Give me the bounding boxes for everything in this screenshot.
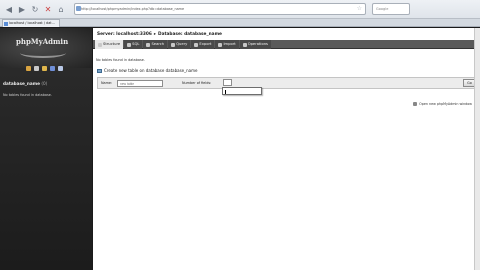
database-link[interactable]: Database: database_name — [158, 32, 222, 37]
site-favicon-icon — [76, 6, 81, 11]
database-name-text[interactable]: database_name — [3, 81, 40, 86]
browser-tab-title: localhost / localhost / dat... — [9, 21, 55, 25]
open-new-window-text[interactable]: Open new phpMyAdmin window — [419, 102, 472, 106]
url-text: http://localhost/phpmyadmin/index.php?db… — [81, 7, 185, 11]
export-icon — [194, 42, 199, 47]
forward-icon[interactable]: ▶ — [17, 4, 27, 14]
stop-icon[interactable]: ✕ — [43, 4, 53, 14]
create-table-legend-text: Create new table on database database_na… — [104, 68, 198, 73]
create-table-legend: Create new table on database database_na… — [97, 66, 217, 75]
vertical-scrollbar[interactable] — [474, 28, 480, 270]
search-input[interactable]: Google — [372, 3, 410, 15]
tab-search-label: Search — [151, 42, 165, 46]
structure-icon — [98, 42, 102, 47]
logo-area: phpMyAdmin — [0, 28, 92, 68]
address-bar[interactable]: http://localhost/phpmyadmin/index.php?db… — [74, 3, 366, 15]
tab-export[interactable]: Export — [191, 40, 215, 49]
browser-toolbar: ◀ ▶ ↻ ✕ ⌂ http://localhost/phpmyadmin/in… — [0, 0, 480, 19]
home-icon[interactable] — [26, 66, 31, 71]
tab-search[interactable]: Search — [143, 40, 168, 49]
import-icon — [218, 42, 223, 47]
database-name[interactable]: database_name (0) — [3, 81, 47, 86]
create-table-form: Create new table on database database_na… — [97, 66, 479, 98]
tab-query-label: Query — [176, 42, 188, 46]
create-table-row: Name: Number of fields: Go — [97, 77, 479, 95]
query-window-icon[interactable] — [42, 66, 47, 71]
server-link[interactable]: Server: localhost:3306 — [97, 32, 152, 37]
reload-icon[interactable]: ↻ — [30, 4, 40, 14]
tab-sql[interactable]: SQL — [124, 40, 143, 49]
fields-label: Number of fields: — [182, 81, 212, 85]
tab-export-label: Export — [199, 42, 212, 46]
tab-query[interactable]: Query — [168, 40, 191, 49]
home-icon[interactable]: ⌂ — [56, 4, 66, 14]
top-tabs: Structure SQL Search Query Export Import… — [93, 40, 480, 49]
quick-links — [26, 66, 63, 71]
tab-structure-label: Structure — [103, 42, 121, 46]
open-new-window-link[interactable]: Open new phpMyAdmin window — [413, 102, 472, 106]
autocomplete-dropdown[interactable] — [222, 87, 262, 95]
tab-strip: localhost / localhost / dat... — [0, 19, 480, 27]
sql-docs-icon[interactable] — [58, 66, 63, 71]
bookmark-star-icon[interactable]: ☆ — [357, 4, 362, 14]
tab-structure[interactable]: Structure — [95, 40, 124, 49]
name-label: Name: — [101, 81, 113, 85]
breadcrumb-arrow-icon: ▸ — [153, 31, 156, 37]
logo[interactable]: phpMyAdmin — [16, 37, 68, 46]
operations-icon — [242, 42, 247, 47]
new-table-icon — [97, 68, 102, 73]
query-icon — [171, 42, 176, 47]
tab-import[interactable]: Import — [215, 40, 239, 49]
breadcrumb: Server: localhost:3306 ▸ Database: datab… — [97, 30, 227, 38]
new-window-icon — [413, 102, 418, 106]
table-name-input[interactable] — [117, 80, 163, 87]
browser-tab[interactable]: localhost / localhost / dat... — [2, 19, 60, 27]
main-content: Server: localhost:3306 ▸ Database: datab… — [93, 28, 480, 270]
tab-favicon-icon — [4, 22, 8, 26]
left-navigation: phpMyAdmin database_name (0) No tables f… — [0, 28, 92, 270]
no-tables-notice: No tables found in database. — [96, 58, 145, 62]
tab-operations[interactable]: Operations — [239, 40, 271, 49]
no-tables-message: No tables found in database. — [3, 93, 52, 97]
exit-icon[interactable] — [34, 66, 39, 71]
fields-count-input[interactable] — [223, 79, 232, 86]
documentation-icon[interactable] — [50, 66, 55, 71]
back-icon[interactable]: ◀ — [4, 4, 14, 14]
search-icon — [146, 42, 151, 47]
logo-swoosh — [20, 48, 66, 58]
sql-icon — [127, 42, 132, 47]
tab-import-label: Import — [223, 42, 236, 46]
database-table-count: (0) — [41, 81, 48, 86]
tab-sql-label: SQL — [132, 42, 140, 46]
tab-operations-label: Operations — [247, 42, 268, 46]
